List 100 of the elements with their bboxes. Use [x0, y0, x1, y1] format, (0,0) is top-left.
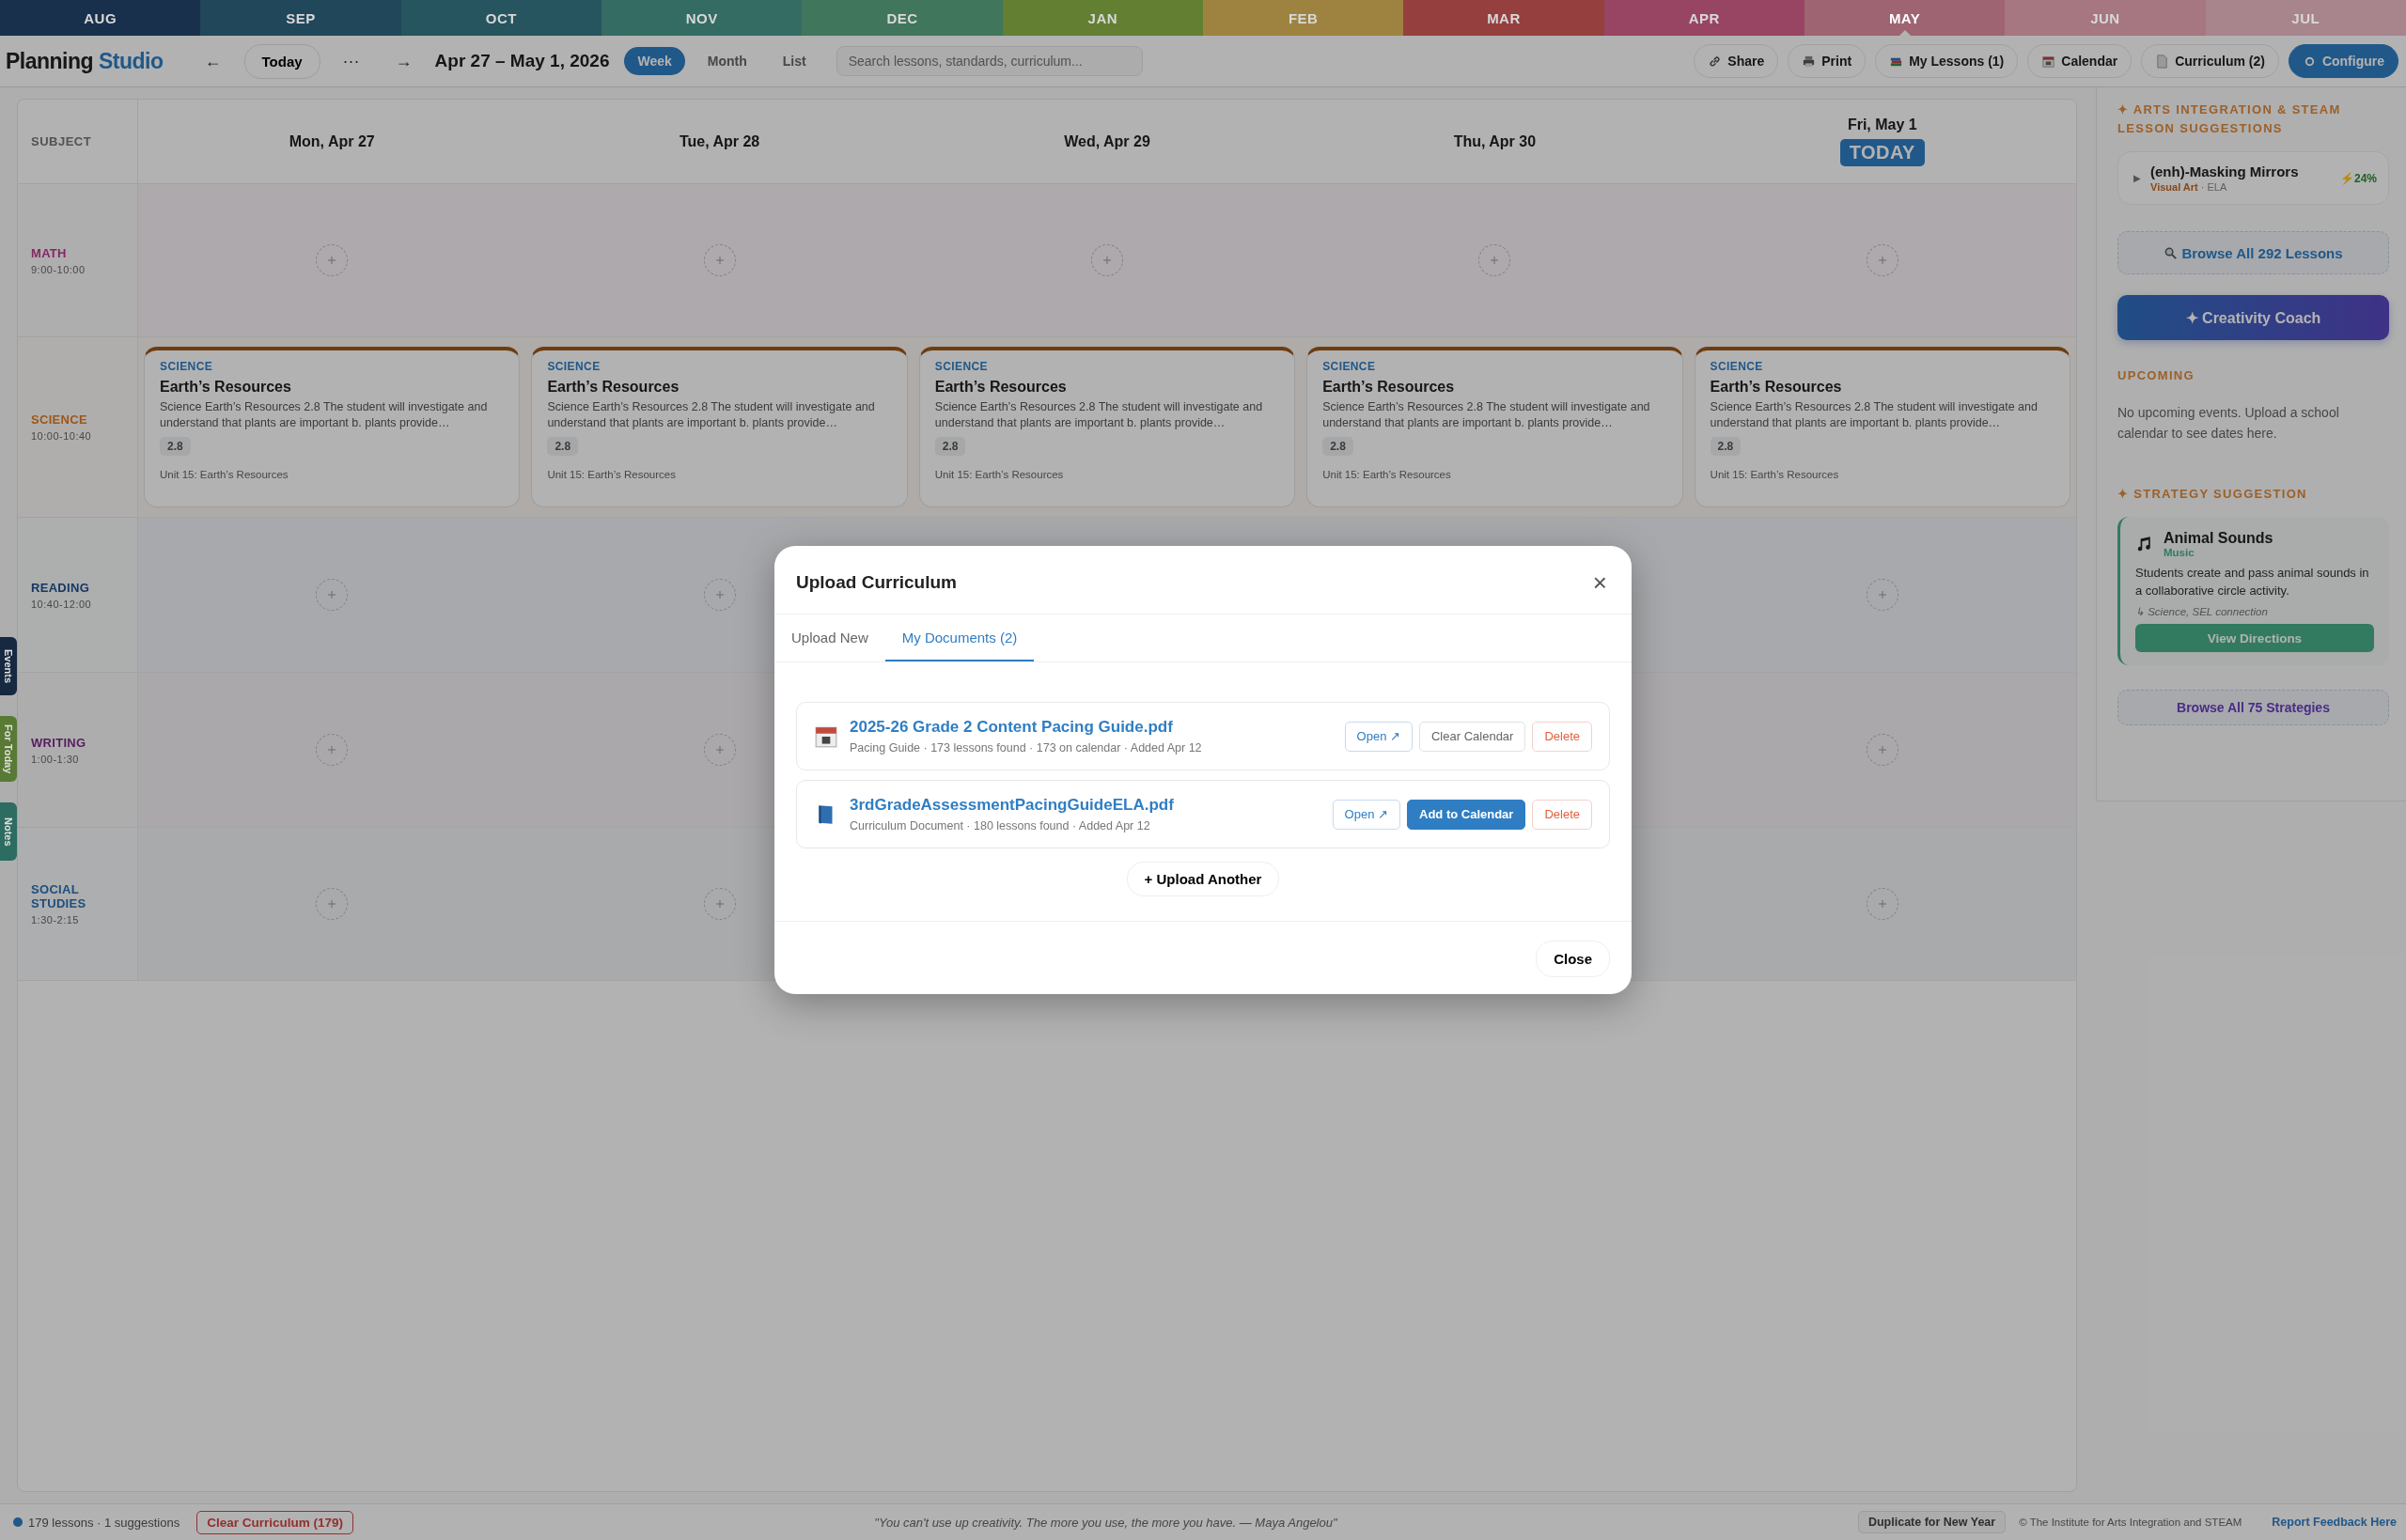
- subject-label: WRITING: [31, 735, 87, 750]
- timeline-month[interactable]: SEP: [200, 0, 401, 36]
- side-tab[interactable]: For Today: [0, 716, 17, 782]
- expand-toggle[interactable]: ▶: [2133, 173, 2141, 183]
- plus-icon: [1877, 256, 1887, 265]
- timeline-month[interactable]: JUL: [2205, 0, 2406, 36]
- art-label: Visual Art: [2150, 181, 2198, 193]
- lesson-card[interactable]: SCIENCE Earth’s Resources Science Earth’s Resources 2.8 The student will investigate and understand that plants are important b. plants provide… 2.8 Unit 15: Earth’s Resources: [1306, 347, 1683, 507]
- lesson-title: Earth’s Resources: [547, 379, 680, 396]
- clear-curriculum-button[interactable]: Clear Curriculum (179): [196, 1510, 353, 1534]
- document-action-button[interactable]: Add to Calendar: [1407, 799, 1526, 830]
- lesson-card[interactable]: SCIENCE Earth’s Resources Science Earth’s Resources 2.8 The student will investigate and understand that plants are important b. plants provide… 2.8 Unit 15: Earth’s Resources: [918, 347, 1296, 507]
- section-title: ✦ ARTS INTEGRATION & STEAM LESSON SUGGESTIONS: [2117, 101, 2342, 137]
- lesson-title: Earth’s Resources: [160, 379, 291, 396]
- time-label: 10:00-10:40: [31, 430, 93, 442]
- subject-tag: SCIENCE: [1322, 360, 1376, 373]
- close-button[interactable]: Close: [1536, 941, 1610, 977]
- document-details: Pacing Guide · 173 lessons found · 173 on calendar · Added Apr 12: [850, 741, 1203, 754]
- subject-tag: SCIENCE: [1710, 360, 1763, 373]
- document-link[interactable]: 3rdGradeAssessmentPacingGuideELA.pdf: [850, 796, 1321, 815]
- toolbar-button[interactable]: Calendar: [2027, 44, 2133, 78]
- subject-label: · ELA: [2200, 181, 2227, 193]
- document-action-button[interactable]: Delete: [1532, 799, 1592, 830]
- side-tab[interactable]: Events: [0, 637, 17, 695]
- browse-strategies-button[interactable]: Browse All 75 Strategies: [2117, 690, 2389, 725]
- timeline-month[interactable]: AUG: [0, 0, 201, 36]
- timeline-month[interactable]: DEC: [802, 0, 1003, 36]
- lesson-suggestion[interactable]: ▶ (enh)-Masking Mirrors Visual Art · ELA ⚡24%: [2117, 151, 2389, 205]
- subject-label: READING: [31, 580, 91, 595]
- unit-label: Unit 15: Earth’s Resources: [1322, 469, 1451, 480]
- search-icon: [2164, 245, 2179, 260]
- timeline-month[interactable]: NOV: [602, 0, 803, 36]
- toolbar-button[interactable]: My Lessons (1): [1875, 44, 2019, 78]
- document-action-button[interactable]: Open ↗: [1332, 799, 1400, 830]
- timeline-month[interactable]: JAN: [1002, 0, 1203, 36]
- timeline-month[interactable]: JUN: [2005, 0, 2206, 36]
- day-header: Thu, Apr 30: [1453, 132, 1537, 150]
- time-label: 1:00-1:30: [31, 753, 80, 765]
- column-header: SUBJECT: [31, 134, 92, 148]
- document-action-button[interactable]: Delete: [1532, 721, 1592, 752]
- close-button[interactable]: ×: [1588, 570, 1611, 595]
- view-tab[interactable]: List: [769, 47, 820, 75]
- plus-icon: [714, 745, 725, 754]
- strategy-title: Animal Sounds: [2164, 530, 2273, 547]
- document-action-button[interactable]: Clear Calendar: [1419, 721, 1526, 752]
- lesson-card[interactable]: SCIENCE Earth’s Resources Science Earth’s Resources 2.8 The student will investigate and understand that plants are important b. plants provide… 2.8 Unit 15: Earth’s Resources: [144, 347, 521, 507]
- timeline-month[interactable]: FEB: [1202, 0, 1404, 36]
- lesson-title: Earth’s Resources: [1710, 379, 1842, 396]
- feedback-link[interactable]: Report Feedback Here: [2272, 1516, 2397, 1529]
- today-button[interactable]: Today: [243, 43, 320, 79]
- day-header: Fri, May 1: [1847, 117, 1917, 133]
- plus-icon: [1877, 745, 1887, 754]
- search-field[interactable]: Search lessons, standards, curriculum...: [836, 46, 1143, 76]
- upload-another-button[interactable]: + Upload Another: [1126, 862, 1280, 896]
- time-label: 9:00-10:00: [31, 263, 86, 275]
- document-icon: [2155, 54, 2170, 69]
- creativity-coach-button[interactable]: ✦ Creativity Coach: [2117, 295, 2389, 340]
- timeline-month[interactable]: OCT: [400, 0, 602, 36]
- timeline-month[interactable]: MAR: [1403, 0, 1604, 36]
- lesson-card[interactable]: SCIENCE Earth’s Resources Science Earth’s Resources 2.8 The student will investigate and understand that plants are important b. plants provide… 2.8 Unit 15: Earth’s Resources: [1694, 347, 2070, 507]
- toolbar-button[interactable]: Print: [1788, 44, 1867, 78]
- day-header: Wed, Apr 29: [1064, 132, 1150, 150]
- lesson-description: Science Earth’s Resources 2.8 The student will investigate and understand that plants are important b. plants provide…: [934, 399, 1264, 431]
- view-tab[interactable]: Month: [694, 47, 760, 75]
- timeline-month[interactable]: APR: [1603, 0, 1804, 36]
- toolbar-button[interactable]: Share: [1694, 44, 1779, 78]
- view-tab[interactable]: Week: [624, 47, 685, 75]
- day-header: Mon, Apr 27: [289, 132, 375, 150]
- side-tab[interactable]: Notes: [0, 802, 17, 861]
- lesson-description: Science Earth’s Resources 2.8 The student will investigate and understand that plants are important b. plants provide…: [160, 399, 489, 431]
- lesson-card[interactable]: SCIENCE Earth’s Resources Science Earth’s Resources 2.8 The student will investigate and understand that plants are important b. plants provide… 2.8 Unit 15: Earth’s Resources: [531, 347, 908, 507]
- duplicate-button[interactable]: Duplicate for New Year: [1857, 1511, 2007, 1533]
- plus-icon: [1490, 256, 1500, 265]
- subject-label: SCIENCE: [31, 412, 88, 427]
- connection-note: ↳ Science, SEL connection: [2135, 605, 2269, 618]
- view-directions-button[interactable]: View Directions: [2135, 624, 2374, 652]
- time-label: 10:40-12:00: [31, 598, 93, 610]
- more-button[interactable]: ···: [329, 47, 373, 75]
- dialog-tab[interactable]: Upload New: [774, 614, 885, 661]
- document-link[interactable]: 2025-26 Grade 2 Content Pacing Guide.pdf: [850, 718, 1334, 737]
- toolbar-button[interactable]: Curriculum (2): [2141, 44, 2279, 78]
- quote-text: "You can't use up creativity. The more you use, the more you have. — Maya Angelou": [873, 1515, 1338, 1530]
- calendar-icon: [2041, 54, 2056, 69]
- subject-label: SOCIAL STUDIES: [31, 882, 87, 910]
- document-action-button[interactable]: Open ↗: [1344, 721, 1413, 752]
- browse-lessons-button[interactable]: Browse All 292 Lessons: [2117, 231, 2389, 274]
- previous-button[interactable]: ←: [191, 47, 235, 75]
- unit-label: Unit 15: Earth’s Resources: [1710, 469, 1839, 480]
- plus-icon: [327, 590, 337, 599]
- day-header: Tue, Apr 28: [679, 132, 760, 150]
- next-button[interactable]: →: [382, 47, 426, 75]
- plus-icon: [714, 256, 725, 265]
- toolbar-button[interactable]: Configure: [2288, 44, 2398, 78]
- timeline-month[interactable]: MAY: [1804, 0, 2006, 36]
- time-label: 1:30-2:15: [31, 914, 80, 926]
- unit-label: Unit 15: Earth’s Resources: [934, 469, 1064, 480]
- dialog-tab[interactable]: My Documents (2): [884, 614, 1035, 661]
- standard-code: 2.8: [547, 437, 579, 456]
- document-details: Curriculum Document · 180 lessons found · Added Apr 12: [850, 819, 1151, 832]
- subject-tag: SCIENCE: [160, 360, 213, 373]
